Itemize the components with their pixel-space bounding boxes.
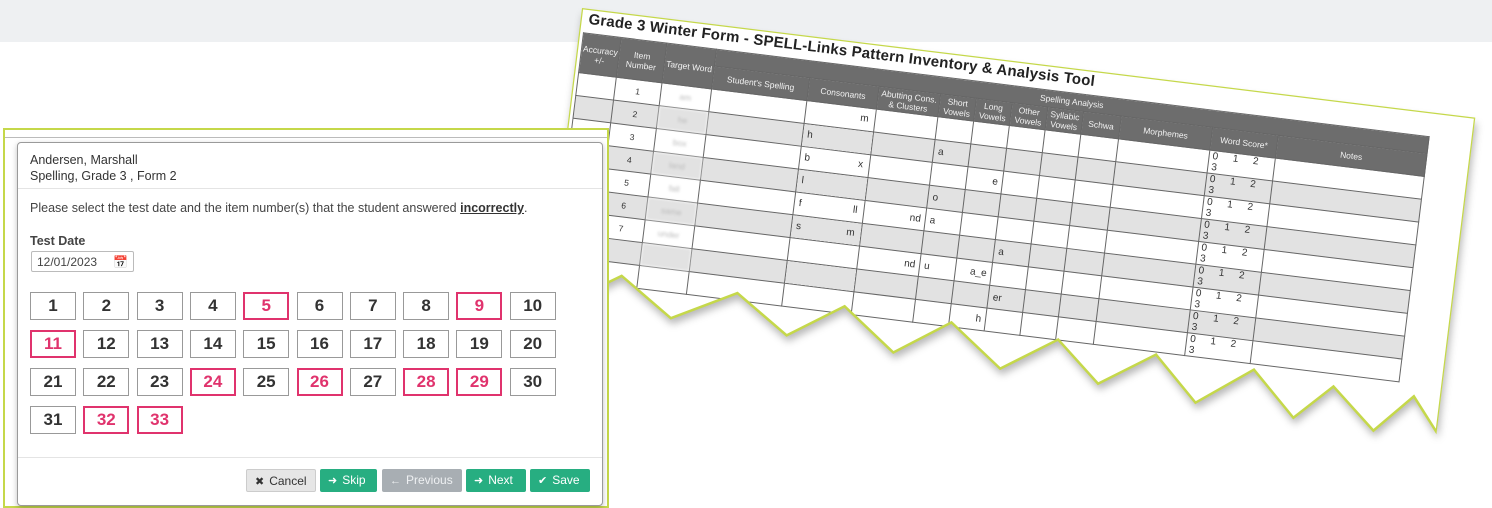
calendar-icon[interactable]: 📅: [113, 255, 128, 269]
form-cell: [913, 299, 952, 326]
item-number-button[interactable]: 9: [456, 292, 503, 320]
previous-button[interactable]: ← Previous: [382, 469, 462, 492]
test-date-label: Test Date: [30, 234, 86, 248]
consonant-final: ll: [852, 204, 859, 217]
hdr-accuracy: Accuracy +/-: [579, 33, 622, 77]
cancel-button-label: Cancel: [269, 474, 307, 488]
form-cell: [637, 265, 689, 294]
consonant-initial: b: [803, 152, 811, 164]
item-number-button[interactable]: 32: [83, 406, 130, 434]
consonant-initial: f: [798, 197, 803, 210]
dialog-header: Andersen, Marshall Spelling, Grade 3 , F…: [18, 143, 602, 189]
instruction-suffix: .: [524, 201, 528, 215]
item-number-button[interactable]: 22: [83, 368, 130, 396]
skip-button[interactable]: ➜ Skip: [320, 469, 377, 492]
save-button[interactable]: ✔ Save: [530, 469, 590, 492]
hdr-item-number: Item Number: [616, 37, 667, 82]
consonant-final: m: [845, 226, 856, 239]
item-number-button[interactable]: 33: [136, 406, 183, 434]
consonant-initial: h: [806, 129, 814, 142]
item-number-button[interactable]: 14: [189, 330, 236, 358]
arrow-left-icon: ←: [390, 475, 401, 487]
form-cell: [1056, 317, 1097, 344]
item-number-button[interactable]: 10: [509, 292, 556, 320]
consonant-initial: s: [795, 220, 802, 233]
item-number-button[interactable]: 6: [296, 292, 343, 320]
item-number-button[interactable]: 11: [30, 330, 76, 358]
item-number-button[interactable]: 2: [83, 292, 130, 320]
item-number-button[interactable]: 17: [349, 330, 396, 358]
item-number-button[interactable]: 31: [30, 406, 76, 434]
instruction-emphasis: incorrectly: [460, 201, 525, 215]
skip-button-label: Skip: [342, 473, 366, 487]
item-number-button[interactable]: 30: [509, 368, 556, 396]
item-number-button[interactable]: 23: [136, 368, 183, 396]
instruction-prefix: Please select the test date and the item…: [30, 201, 461, 215]
hdr-target-word: Target Word: [662, 43, 717, 89]
consonant-initial: l: [800, 175, 805, 187]
check-icon: ✔: [538, 475, 548, 487]
item-number-button[interactable]: 19: [456, 330, 503, 358]
assessment-name: Spelling, Grade 3 , Form 2: [30, 169, 177, 183]
item-number-button[interactable]: 18: [403, 330, 450, 358]
item-number-button[interactable]: 8: [403, 292, 450, 320]
dialog-frame: Andersen, Marshall Spelling, Grade 3 , F…: [3, 128, 609, 508]
enter-results-dialog: Andersen, Marshall Spelling, Grade 3 , F…: [17, 142, 603, 506]
item-number-button[interactable]: 13: [136, 330, 183, 358]
test-date-input[interactable]: 12/01/2023 📅: [31, 251, 134, 272]
item-number-button[interactable]: 12: [83, 330, 130, 358]
save-button-label: Save: [552, 473, 580, 487]
item-number-button[interactable]: 5: [243, 292, 290, 320]
item-number-button[interactable]: 15: [243, 330, 290, 358]
item-number-button[interactable]: 26: [296, 368, 343, 396]
item-number-button[interactable]: 29: [456, 368, 503, 396]
student-name: Andersen, Marshall: [30, 153, 138, 167]
item-number-button[interactable]: 16: [296, 330, 343, 358]
consonant-final: m: [859, 112, 870, 125]
item-number-button[interactable]: 24: [189, 368, 236, 396]
arrow-right-icon: ➜: [328, 475, 338, 487]
item-number-button[interactable]: 28: [403, 368, 450, 396]
test-date-value: 12/01/2023: [37, 255, 98, 269]
form-cell: [984, 308, 1023, 335]
cancel-button[interactable]: ✖ Cancel: [246, 469, 316, 492]
item-number-button[interactable]: 1: [30, 292, 76, 320]
item-number-button[interactable]: 21: [30, 368, 76, 396]
item-number-button[interactable]: 4: [189, 292, 236, 320]
previous-button-label: Previous: [406, 473, 453, 487]
next-button[interactable]: ➜ Next: [466, 469, 526, 492]
instruction-text: Please select the test date and the item…: [30, 201, 528, 215]
item-number-button[interactable]: 20: [509, 330, 556, 358]
item-number-button[interactable]: 27: [349, 368, 396, 396]
background-toolbar-remnant: [5, 130, 607, 138]
item-number-button[interactable]: 7: [349, 292, 396, 320]
consonant-final: x: [857, 158, 864, 171]
form-cell: [1020, 312, 1059, 339]
item-number-button[interactable]: 25: [243, 368, 290, 396]
dialog-footer: ✖ Cancel ➜ Skip ← Previous ➜ Next ✔ Save: [18, 457, 602, 505]
next-button-label: Next: [488, 473, 513, 487]
item-number-button[interactable]: 3: [136, 292, 183, 320]
arrow-right-icon: ➜: [474, 475, 484, 487]
close-icon: ✖: [255, 476, 265, 488]
